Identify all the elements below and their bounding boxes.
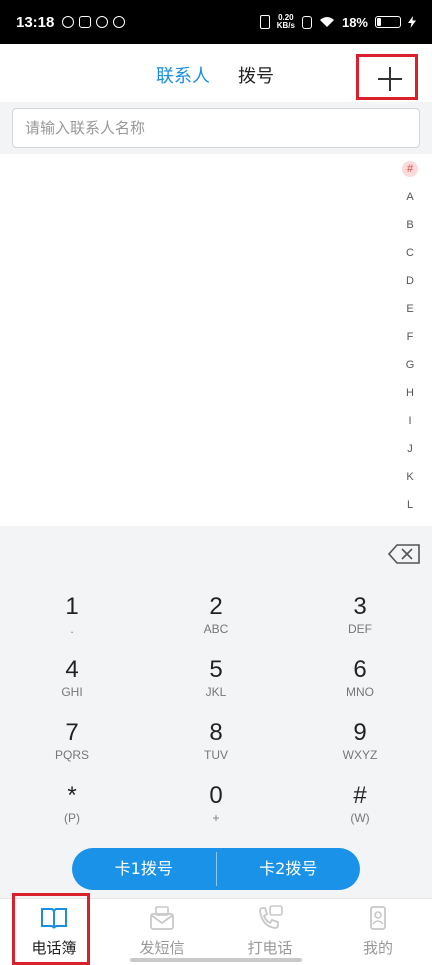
key-0[interactable]: 0 +: [144, 781, 288, 843]
net-speed: 0.20 KB/s: [276, 13, 295, 30]
header: 联系人 拨号: [0, 44, 432, 102]
search-input[interactable]: 请输入联系人名称: [12, 108, 420, 148]
battery-percent: 18%: [341, 14, 368, 30]
key-4[interactable]: 4 GHI: [0, 655, 144, 717]
index-item[interactable]: A: [402, 188, 418, 216]
index-item[interactable]: #: [402, 160, 418, 188]
index-item[interactable]: F: [402, 328, 418, 356]
key-5[interactable]: 5 JKL: [144, 655, 288, 717]
book-icon: [41, 908, 67, 929]
index-item[interactable]: D: [402, 272, 418, 300]
phone-icon: [259, 905, 283, 929]
key-6[interactable]: 6 MNO: [288, 655, 432, 717]
key-hash[interactable]: # (W): [288, 781, 432, 843]
vibrate-icon: [259, 15, 270, 29]
plus-icon: [378, 67, 402, 91]
alphabet-index[interactable]: # A B C D E F G H I J K L: [402, 160, 418, 524]
status-bar: 13:18 0.20 KB/s 18%: [0, 0, 432, 44]
battery-icon: [375, 16, 401, 28]
add-contact-button[interactable]: [356, 54, 418, 100]
notification-icon: [79, 16, 92, 28]
home-indicator[interactable]: [130, 958, 302, 962]
search-bar: 请输入联系人名称: [0, 102, 432, 154]
key-star[interactable]: * (P): [0, 781, 144, 843]
index-item[interactable]: G: [402, 356, 418, 384]
index-item[interactable]: K: [402, 468, 418, 496]
key-1[interactable]: 1 .: [0, 592, 144, 654]
index-item[interactable]: L: [402, 496, 418, 524]
sim-icon: [301, 15, 312, 29]
notification-icon: [62, 16, 75, 28]
nav-mine[interactable]: 我的: [324, 899, 432, 965]
wifi-icon: [319, 17, 334, 27]
message-icon: [150, 906, 174, 930]
key-3[interactable]: 3 DEF: [288, 592, 432, 654]
notification-icon: [113, 16, 126, 28]
nav-sms[interactable]: 发短信: [108, 899, 216, 965]
index-item[interactable]: C: [402, 244, 418, 272]
profile-icon: [370, 906, 386, 930]
status-time: 13:18: [16, 13, 55, 31]
tab-dial[interactable]: 拨号: [238, 62, 274, 88]
key-7[interactable]: 7 PQRS: [0, 718, 144, 780]
key-8[interactable]: 8 TUV: [144, 718, 288, 780]
index-item[interactable]: I: [402, 412, 418, 440]
dial-sim1-button[interactable]: 卡1拨号: [72, 848, 216, 890]
nav-phonebook[interactable]: 电话簿: [0, 899, 108, 965]
index-item[interactable]: B: [402, 216, 418, 244]
status-right: 0.20 KB/s 18%: [259, 13, 416, 30]
index-item[interactable]: E: [402, 300, 418, 328]
bottom-nav: 电话簿 发短信 打电话 我的: [0, 893, 432, 965]
nav-call[interactable]: 打电话: [216, 899, 324, 965]
dial-buttons: 卡1拨号 卡2拨号: [72, 848, 360, 890]
index-item[interactable]: J: [402, 440, 418, 468]
dial-sim2-button[interactable]: 卡2拨号: [217, 848, 361, 890]
backspace-icon[interactable]: [388, 544, 420, 564]
dial-keypad: 1 . 2 ABC 3 DEF 4 GHI 5 JKL 6 MNO 7 PQRS…: [0, 526, 432, 898]
index-item[interactable]: H: [402, 384, 418, 412]
tiktok-icon: [96, 16, 109, 28]
key-2[interactable]: 2 ABC: [144, 592, 288, 654]
notification-icons: [62, 16, 126, 28]
charging-icon: [408, 16, 416, 28]
key-9[interactable]: 9 WXYZ: [288, 718, 432, 780]
tab-contacts[interactable]: 联系人: [156, 62, 210, 88]
